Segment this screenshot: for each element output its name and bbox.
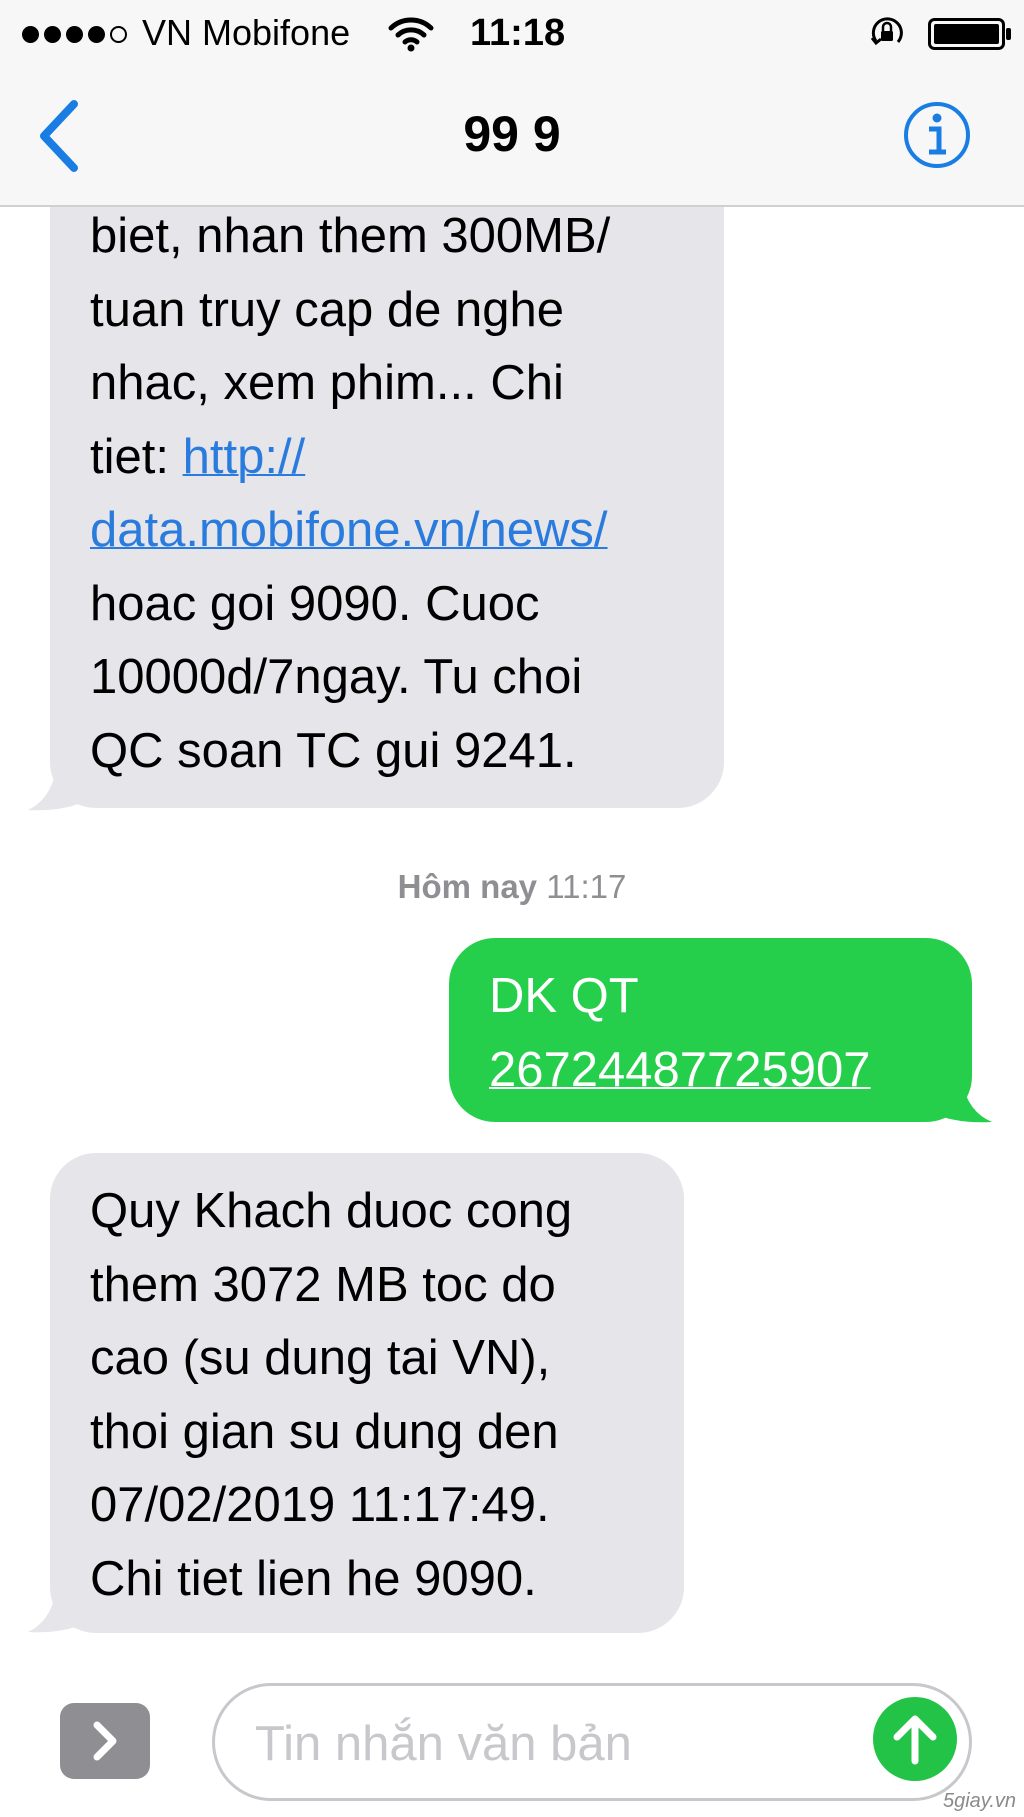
conversation-title[interactable]: 99 9 — [0, 104, 1024, 164]
top-bar: VN Mobifone 11:18 99 9 — [0, 0, 1024, 207]
message-link[interactable]: data.mobifone.vn/news/ — [90, 494, 724, 568]
arrow-up-icon — [893, 1715, 937, 1765]
status-bar: VN Mobifone 11:18 — [0, 0, 1024, 66]
message-line: tiet: http:// — [90, 421, 724, 495]
status-time: 11:18 — [470, 12, 566, 54]
message-line: tuan truy cap de nghe — [90, 282, 565, 337]
message-text: tiet: — [90, 429, 183, 484]
message-line: nhac, xem phim... Chi — [90, 356, 564, 410]
incoming-message-bubble[interactable]: Quy Khach duoc cong them 3072 MB toc do … — [50, 1153, 684, 1633]
message-line: 07/02/2019 11:17:49. — [90, 1478, 550, 1532]
send-button[interactable] — [873, 1697, 957, 1781]
message-line: cao (su dung tai VN), — [90, 1331, 551, 1385]
message-input[interactable] — [253, 1708, 817, 1780]
wifi-icon — [388, 17, 434, 52]
message-line: them 3072 MB toc do — [90, 1257, 556, 1312]
outgoing-message-bubble[interactable]: DK QT 26724487725907 — [449, 938, 972, 1122]
info-icon[interactable] — [902, 100, 972, 170]
message-line: Chi tiet lien he 9090. — [90, 1551, 537, 1606]
message-input-container[interactable] — [212, 1683, 972, 1801]
message-line: DK QT — [489, 969, 639, 1023]
message-line: biet, nhan them 300MB/ — [90, 209, 611, 263]
battery-icon — [928, 18, 1011, 50]
timestamp-day: Hôm nay — [397, 868, 538, 905]
message-line: Quy Khach duoc cong — [90, 1184, 573, 1238]
message-line: thoi gian su dung den — [90, 1404, 559, 1459]
expand-apps-button[interactable] — [60, 1703, 150, 1779]
message-line: hoac goi 9090. Cuoc — [90, 576, 540, 631]
message-link[interactable]: http:// — [183, 430, 306, 484]
message-line: 10000d/7ngay. Tu choi — [90, 650, 583, 704]
rotation-lock-icon — [870, 17, 903, 46]
message-timestamp: Hôm nay 11:17 — [0, 868, 1024, 906]
message-line: QC soan TC gui 9241. — [90, 723, 577, 778]
message-link[interactable]: 26724487725907 — [489, 1034, 972, 1108]
chevron-right-icon — [93, 1721, 117, 1761]
carrier-name: VN Mobifone — [142, 12, 351, 53]
watermark: 5giay.vn — [942, 1790, 1016, 1812]
timestamp-time: 11:17 — [546, 868, 627, 905]
incoming-message-bubble[interactable]: biet, nhan them 300MB/ tuan truy cap de … — [50, 140, 724, 808]
signal-strength-icon — [22, 26, 127, 43]
